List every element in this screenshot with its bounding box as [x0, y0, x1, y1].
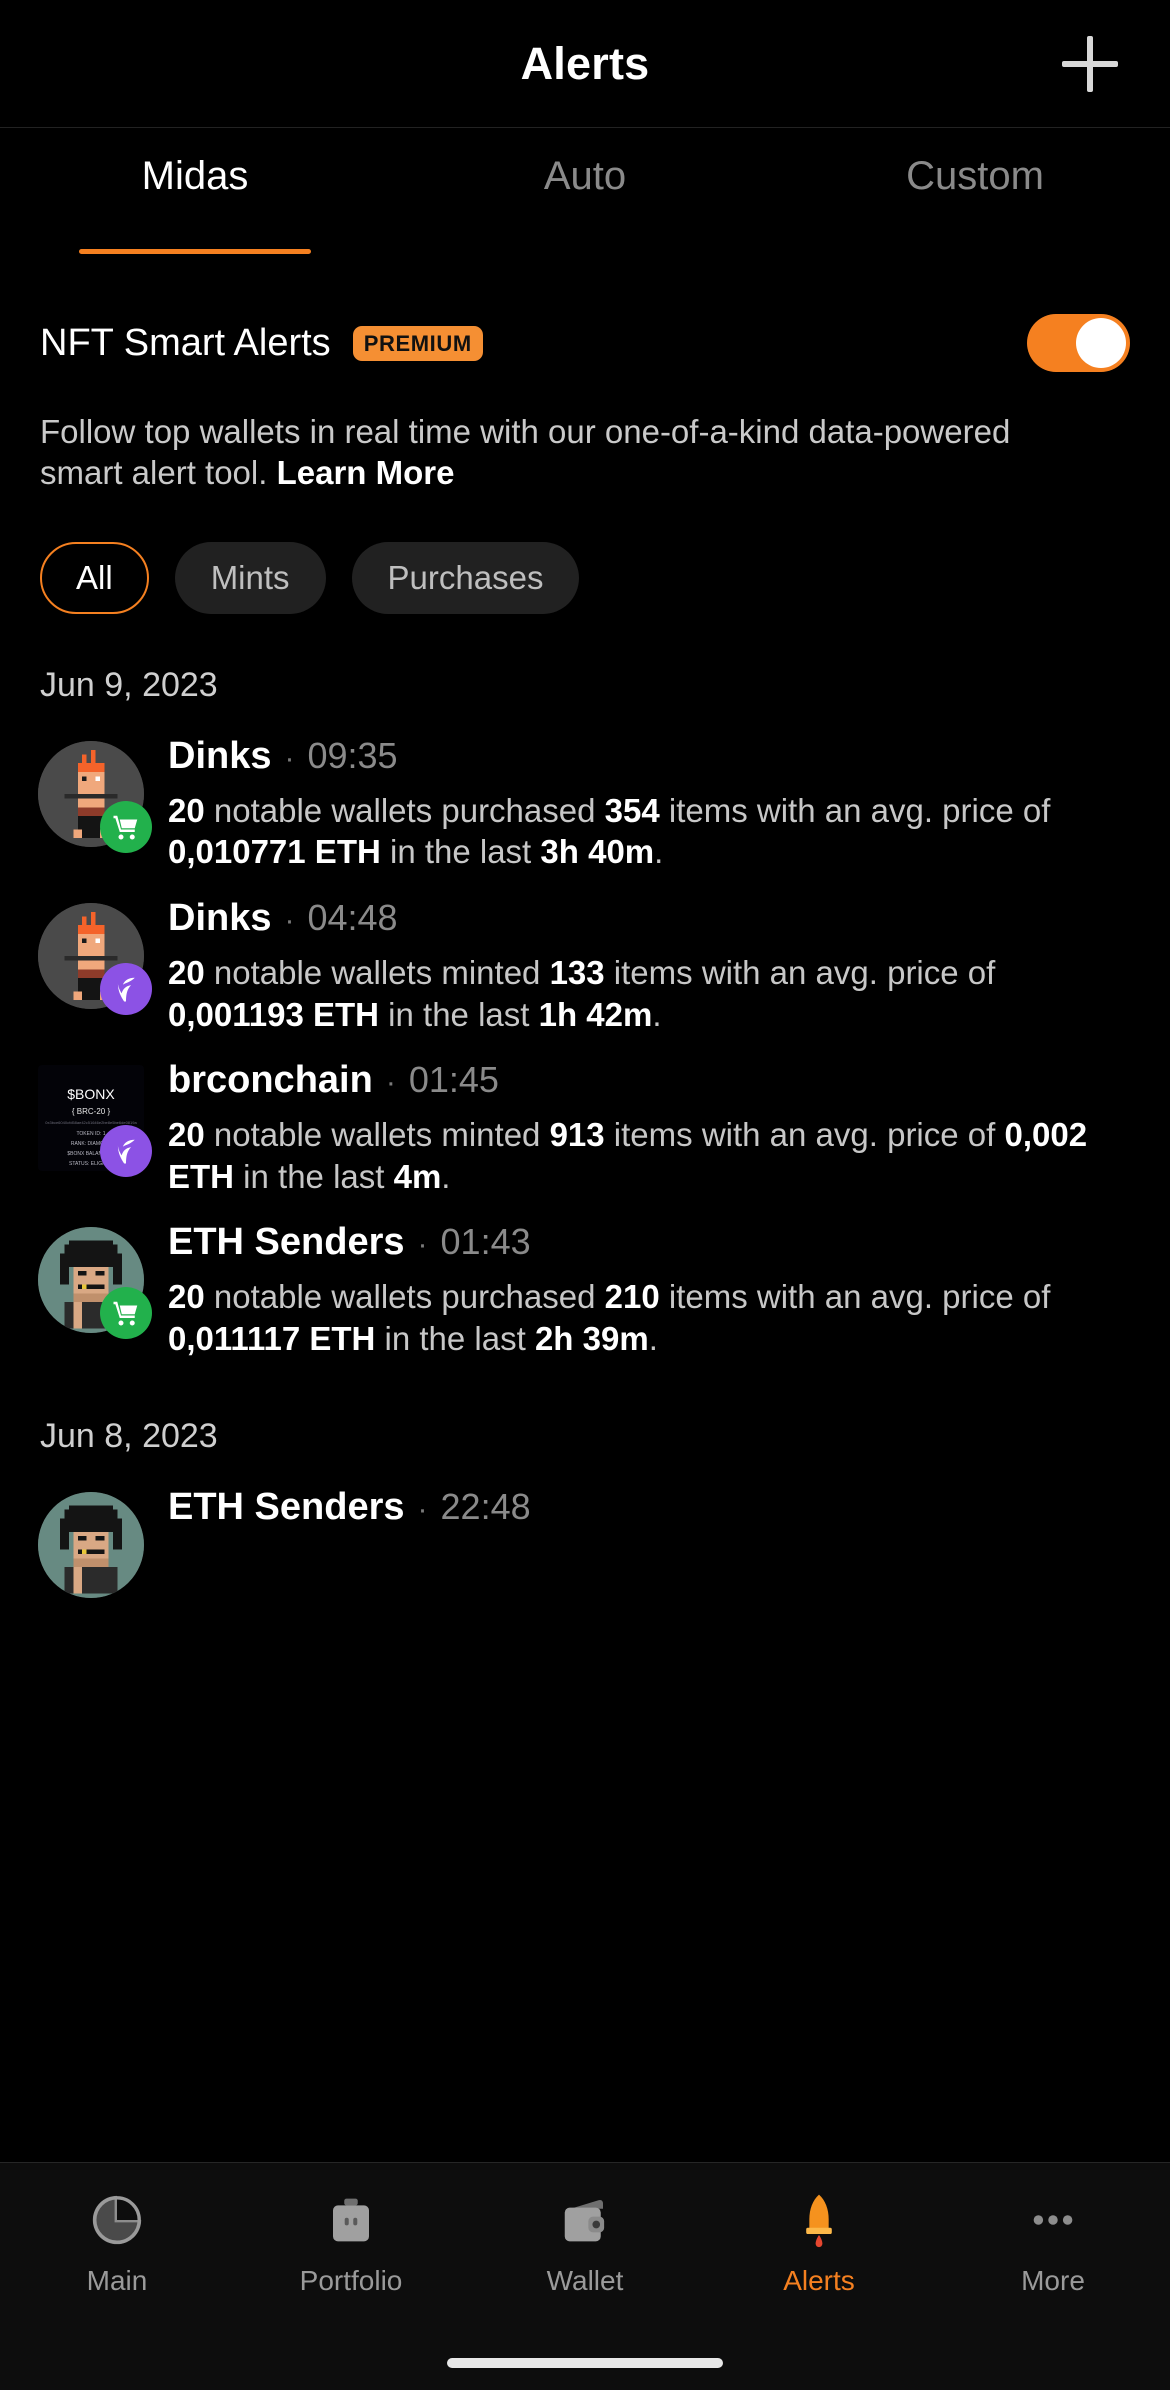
alerts-screen: Alerts Midas Auto Custom NFT Smart Alert… [0, 0, 1170, 2390]
alert-content: Dinks · 09:35 20 notable wallets purchas… [168, 733, 1130, 873]
nft-smart-alerts-toggle[interactable] [1027, 314, 1130, 372]
learn-more-link[interactable]: Learn More [277, 454, 455, 491]
filter-chip-purchases-label: Purchases [387, 558, 544, 596]
nav-item-portfolio[interactable]: Portfolio [234, 2189, 468, 2297]
nav-label-portfolio: Portfolio [299, 2264, 403, 2296]
alert-collection-name[interactable]: brconchain [168, 1059, 373, 1102]
ellipsis-icon [1022, 2189, 1084, 2251]
nft-smart-alerts-row: NFT Smart Alerts PREMIUM [0, 300, 1170, 386]
alert-time: 01:43 [440, 1221, 531, 1263]
premium-badge: PREMIUM [352, 325, 483, 361]
tab-custom-label: Custom [906, 154, 1044, 198]
alert-collection-name[interactable]: Dinks [168, 897, 271, 940]
alert-description: 20 notable wallets purchased 210 items w… [168, 1278, 1051, 1357]
alert-separator: · [417, 1493, 428, 1527]
filter-chip-mints-label: Mints [210, 558, 290, 596]
filter-chip-all[interactable]: All [40, 541, 149, 614]
nav-item-main[interactable]: Main [0, 2189, 234, 2297]
avatar-wrap [38, 902, 152, 1015]
avatar-wrap [38, 1492, 144, 1599]
alert-separator: · [417, 1228, 428, 1262]
alert-header: brconchain · 01:45 [168, 1059, 1130, 1102]
alert-content: brconchain · 01:45 20 notable wallets mi… [168, 1057, 1130, 1197]
pie-chart-icon [86, 2189, 148, 2251]
alert-header: ETH Senders · 01:43 [168, 1221, 1130, 1264]
nav-item-wallet[interactable]: Wallet [468, 2189, 702, 2297]
tab-custom[interactable]: Custom [780, 154, 1170, 248]
rocket-icon [788, 2189, 850, 2251]
alert-content: ETH Senders · 22:48 [168, 1484, 1130, 1598]
alert-time: 22:48 [440, 1486, 531, 1528]
nav-item-alerts[interactable]: Alerts [702, 2189, 936, 2297]
alert-header: ETH Senders · 22:48 [168, 1486, 1130, 1529]
alert-time: 04:48 [307, 896, 398, 938]
alert-collection-name[interactable]: ETH Senders [168, 1221, 405, 1264]
alert-content: Dinks · 04:48 20 notable wallets minted … [168, 895, 1130, 1035]
alert-header: Dinks · 09:35 [168, 735, 1130, 778]
alert-time: 01:45 [408, 1059, 499, 1101]
nav-label-wallet: Wallet [546, 2264, 624, 2296]
alert-separator: · [385, 1066, 396, 1100]
punk-avatar [38, 1492, 144, 1599]
tab-midas[interactable]: Midas [0, 154, 390, 248]
tab-bar: Midas Auto Custom [0, 128, 1170, 248]
toggle-knob [1076, 318, 1126, 368]
svg-text:$BONX: $BONX [67, 1086, 115, 1102]
alert-row[interactable]: ETH Senders · 01:43 20 notable wallets p… [0, 1197, 1170, 1359]
alert-collection-name[interactable]: ETH Senders [168, 1486, 405, 1529]
alert-row[interactable]: Dinks · 09:35 20 notable wallets purchas… [0, 711, 1170, 873]
page-title: Alerts [520, 37, 650, 89]
purchase-badge-icon [100, 1287, 152, 1340]
home-indicator-area [0, 2322, 1170, 2390]
svg-text:{ BRC-20 }: { BRC-20 } [72, 1107, 111, 1116]
alert-separator: · [284, 903, 295, 937]
avatar-wrap: $BONX { BRC-20 } 0x3bce6040cfd58ae42c516… [38, 1065, 152, 1178]
nav-item-more[interactable]: More [936, 2189, 1170, 2297]
alert-collection-name[interactable]: Dinks [168, 735, 271, 778]
date-header: Jun 8, 2023 [40, 1417, 218, 1456]
svg-text:TOKEN ID: 1: TOKEN ID: 1 [76, 1131, 105, 1137]
alert-row[interactable]: Dinks · 04:48 20 notable wallets minted … [0, 873, 1170, 1035]
bottom-navigation: Main Portfolio Wallet Alerts More [0, 2162, 1170, 2322]
alert-description: 20 notable wallets minted 133 items with… [168, 953, 996, 1033]
date-header: Jun 9, 2023 [40, 665, 218, 704]
filter-chip-group: All Mints Purchases [0, 541, 1170, 614]
tab-auto[interactable]: Auto [390, 154, 780, 248]
purchase-badge-icon [100, 800, 152, 853]
mint-badge-icon [100, 1125, 152, 1178]
avatar-wrap [38, 740, 152, 853]
alert-separator: · [284, 741, 295, 775]
app-header: Alerts [0, 0, 1170, 128]
alert-time: 09:35 [307, 734, 398, 776]
filter-chip-mints[interactable]: Mints [174, 541, 326, 614]
alert-header: Dinks · 04:48 [168, 897, 1130, 940]
tab-midas-label: Midas [141, 154, 249, 198]
plus-icon[interactable] [1062, 35, 1118, 92]
tab-auto-label: Auto [543, 154, 627, 198]
mint-badge-icon [100, 962, 152, 1015]
alert-description: 20 notable wallets purchased 354 items w… [168, 791, 1051, 871]
filter-chip-all-label: All [76, 558, 113, 596]
filter-chip-purchases[interactable]: Purchases [351, 541, 580, 614]
description-text: Follow top wallets in real time with our… [40, 413, 1011, 491]
nft-smart-alerts-title: NFT Smart Alerts [40, 321, 331, 364]
alert-description: 20 notable wallets minted 913 items with… [168, 1116, 1088, 1195]
alert-content: ETH Senders · 01:43 20 notable wallets p… [168, 1219, 1130, 1359]
alert-row[interactable]: ETH Senders · 22:48 [0, 1462, 1170, 1599]
home-indicator [447, 2358, 723, 2368]
nav-label-main: Main [86, 2264, 148, 2296]
smart-alerts-description: Follow top wallets in real time with our… [0, 412, 1110, 494]
nav-label-more: More [1021, 2264, 1085, 2296]
avatar-wrap [38, 1227, 152, 1340]
alerts-scroll-area[interactable]: NFT Smart Alerts PREMIUM Follow top wall… [0, 248, 1170, 2162]
nav-label-alerts: Alerts [783, 2264, 855, 2296]
wallet-icon [554, 2189, 616, 2251]
alert-row[interactable]: $BONX { BRC-20 } 0x3bce6040cfd58ae42c516… [0, 1035, 1170, 1197]
briefcase-icon [320, 2189, 382, 2251]
